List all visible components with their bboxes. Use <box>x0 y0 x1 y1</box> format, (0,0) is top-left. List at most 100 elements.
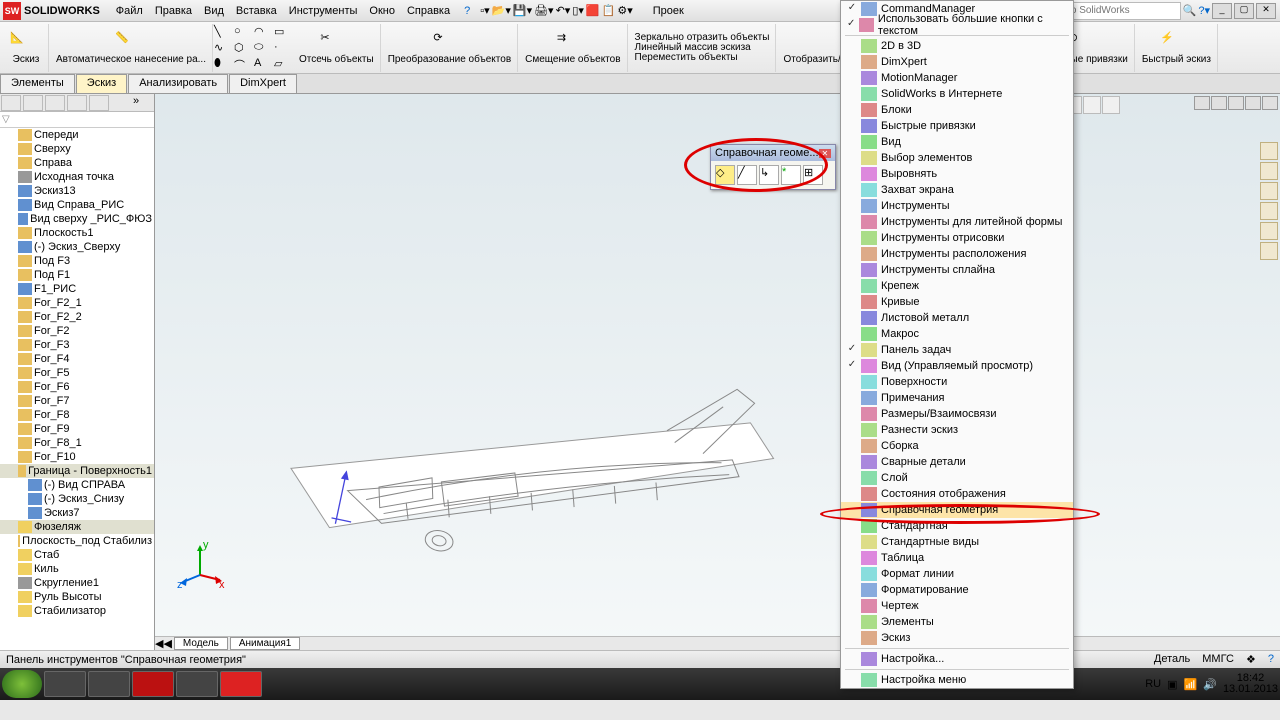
menu-item[interactable]: SolidWorks в Интернете <box>841 86 1073 102</box>
vp-btn1-icon[interactable] <box>1194 96 1210 110</box>
status-options-icon[interactable]: ❖ <box>1246 653 1256 666</box>
menu-view[interactable]: Вид <box>198 2 230 20</box>
circle-icon[interactable]: ○ <box>234 25 250 39</box>
minimize-button[interactable]: _ <box>1212 3 1232 19</box>
menu-item[interactable]: Сварные детали <box>841 454 1073 470</box>
tree-item[interactable]: Скругление1 <box>0 576 154 590</box>
vp-minimize-icon[interactable] <box>1228 96 1244 110</box>
tree-tab-config-icon[interactable] <box>45 95 65 111</box>
ref-coord-icon[interactable]: ↳ <box>759 165 779 185</box>
menu-item[interactable]: Стандартная <box>841 518 1073 534</box>
tray-sound-icon[interactable]: 🔊 <box>1203 678 1217 691</box>
tree-item[interactable]: Сверху <box>0 142 154 156</box>
tree-filter-input[interactable]: ▽ <box>0 112 154 128</box>
menu-item[interactable]: Листовой металл <box>841 310 1073 326</box>
text-icon[interactable]: A <box>254 57 270 71</box>
tree-item[interactable]: For_F8 <box>0 408 154 422</box>
menu-item[interactable]: Макрос <box>841 326 1073 342</box>
taskbar-explorer-icon[interactable] <box>44 671 86 697</box>
ribbon-pattern-label[interactable]: Линейный массив эскиза <box>635 43 751 53</box>
tab-sketch[interactable]: Эскиз <box>76 74 127 93</box>
tree-item[interactable]: For_F8_1 <box>0 436 154 450</box>
tree-item[interactable]: Спереди <box>0 128 154 142</box>
menu-item[interactable]: Элементы <box>841 614 1073 630</box>
undo-icon[interactable]: ↶▾ <box>556 4 571 17</box>
smart-dimension-icon[interactable]: 📏 <box>115 31 147 55</box>
tree-item[interactable]: For_F7 <box>0 394 154 408</box>
tab-evaluate[interactable]: Анализировать <box>128 74 228 93</box>
menu-item[interactable]: Поверхности <box>841 374 1073 390</box>
menu-item[interactable]: Размеры/Взаимосвязи <box>841 406 1073 422</box>
ellipse-icon[interactable]: ⬮ <box>214 57 230 71</box>
convert-icon[interactable]: ⟳ <box>433 31 465 55</box>
trim-icon[interactable]: ✂ <box>320 31 352 55</box>
menu-item[interactable]: Слой <box>841 470 1073 486</box>
tree-item[interactable]: For_F5 <box>0 366 154 380</box>
rebuild-icon[interactable]: 🟥 <box>586 4 600 17</box>
tree-item[interactable]: (-) Вид СПРАВА <box>0 478 154 492</box>
feature-tree[interactable]: СпередиСверхуСправаИсходная точкаЭскиз13… <box>0 128 154 650</box>
tree-item[interactable]: Эскиз7 <box>0 506 154 520</box>
tree-item[interactable]: For_F2 <box>0 324 154 338</box>
toolbar-context-menu[interactable]: ✓CommandManager✓Использовать большие кно… <box>840 0 1074 689</box>
menu-item[interactable]: Кривые <box>841 294 1073 310</box>
menu-item[interactable]: Настройка меню <box>841 672 1073 688</box>
ref-toolbar-close-icon[interactable]: ✕ <box>819 149 832 158</box>
tray-flag-icon[interactable]: ▣ <box>1167 678 1177 691</box>
taskbar-app2-icon[interactable] <box>88 671 130 697</box>
tab-dimxpert[interactable]: DimXpert <box>229 74 297 93</box>
menu-tools[interactable]: Инструменты <box>283 2 364 20</box>
tab-model[interactable]: Модель <box>174 637 228 650</box>
menu-item[interactable]: Инструменты <box>841 198 1073 214</box>
spline-icon[interactable]: ∿ <box>214 41 230 55</box>
menu-item[interactable]: Форматирование <box>841 582 1073 598</box>
tab-animation1[interactable]: Анимация1 <box>230 637 301 650</box>
menu-item[interactable]: MotionManager <box>841 70 1073 86</box>
ref-point-icon[interactable]: * <box>781 165 801 185</box>
render-icon[interactable] <box>1083 96 1101 114</box>
tree-item[interactable]: For_F10 <box>0 450 154 464</box>
menu-item[interactable]: Таблица <box>841 550 1073 566</box>
tree-item[interactable]: Исходная точка <box>0 170 154 184</box>
menu-file[interactable]: Файл <box>110 2 149 20</box>
ribbon-move-label[interactable]: Переместить объекты <box>635 53 738 63</box>
tree-item[interactable]: For_F9 <box>0 422 154 436</box>
tree-tab-property-icon[interactable] <box>23 95 43 111</box>
tree-item[interactable]: Плоскость_под Стабилиз <box>0 534 154 548</box>
open-icon[interactable]: 📂▾ <box>492 4 511 17</box>
taskpane-explorer-icon[interactable] <box>1260 182 1278 200</box>
menu-window[interactable]: Окно <box>363 2 401 20</box>
tree-item[interactable]: Справа <box>0 156 154 170</box>
fillet-icon[interactable]: ⌒ <box>234 57 250 71</box>
arc-icon[interactable]: ◠ <box>254 25 270 39</box>
taskpane-props-icon[interactable] <box>1260 242 1278 260</box>
vp-maximize-icon[interactable] <box>1245 96 1261 110</box>
help-icon[interactable]: ? <box>464 5 470 17</box>
tree-item[interactable]: Руль Высоты <box>0 590 154 604</box>
line-icon[interactable]: ╲ <box>214 25 230 39</box>
menu-item[interactable]: Инструменты для литейной формы <box>841 214 1073 230</box>
vp-close-icon[interactable] <box>1262 96 1278 110</box>
point-icon[interactable]: · <box>274 41 290 55</box>
maximize-button[interactable]: ▢ <box>1234 3 1254 19</box>
rect-icon[interactable]: ▭ <box>274 25 290 39</box>
menu-item[interactable]: Разнести эскиз <box>841 422 1073 438</box>
rapid-sketch-icon[interactable]: ⚡ <box>1160 31 1192 55</box>
status-help-icon[interactable]: ? <box>1268 653 1274 666</box>
menu-item[interactable]: Стандартные виды <box>841 534 1073 550</box>
tree-item[interactable]: Фюзеляж <box>0 520 154 534</box>
tree-item[interactable]: Вид сверху _РИС_ФЮЗ <box>0 212 154 226</box>
taskbar-opera-icon[interactable] <box>132 671 174 697</box>
help2-icon[interactable]: ?▾ <box>1198 4 1210 17</box>
menu-item[interactable]: Инструменты отрисовки <box>841 230 1073 246</box>
tree-item[interactable]: F1_РИС <box>0 282 154 296</box>
menu-item[interactable]: DimXpert <box>841 54 1073 70</box>
menu-item[interactable]: Чертеж <box>841 598 1073 614</box>
tree-tab-display-icon[interactable] <box>89 95 109 111</box>
tree-item[interactable]: Стаб <box>0 548 154 562</box>
save-icon[interactable]: 💾▾ <box>513 4 532 17</box>
menu-item[interactable]: ✓Панель задач <box>841 342 1073 358</box>
status-units[interactable]: ММГС <box>1202 653 1234 666</box>
settings-icon[interactable]: ⚙▾ <box>617 4 632 17</box>
tree-item[interactable]: Плоскость1 <box>0 226 154 240</box>
